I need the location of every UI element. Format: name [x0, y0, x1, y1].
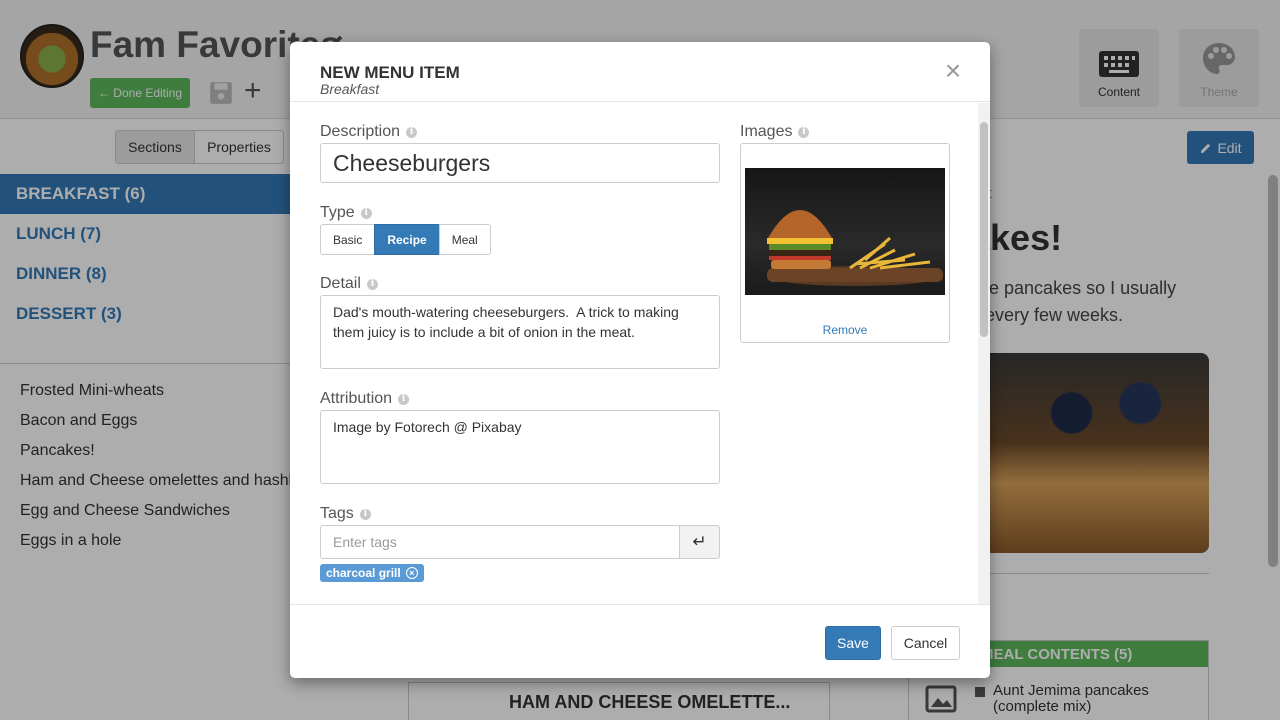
tag-chip: charcoal grill × — [320, 564, 424, 582]
cancel-button[interactable]: Cancel — [891, 626, 960, 660]
images-label-text: Images — [740, 123, 793, 140]
cheeseburger-image — [745, 168, 945, 295]
type-selector: Basic Recipe Meal — [320, 224, 491, 255]
dialog-footer: Save Cancel — [290, 604, 990, 678]
dialog-title: NEW MENU ITEM — [320, 63, 460, 82]
info-icon[interactable]: i — [360, 207, 372, 219]
attribution-label-text: Attribution — [320, 390, 393, 407]
info-icon[interactable]: i — [366, 278, 378, 290]
remove-image-link[interactable]: Remove — [741, 323, 949, 337]
description-input[interactable] — [320, 143, 720, 183]
type-label: Type i — [320, 204, 372, 222]
detail-label: Detail i — [320, 275, 378, 293]
detail-label-text: Detail — [320, 275, 361, 292]
tags-label-text: Tags — [320, 505, 354, 522]
image-panel: Remove — [740, 143, 950, 343]
type-recipe-button[interactable]: Recipe — [374, 224, 440, 255]
info-icon[interactable]: i — [406, 126, 418, 138]
cheeseburger-illustration — [767, 210, 943, 286]
dialog-header: NEW MENU ITEM Breakfast × — [290, 42, 990, 102]
save-button[interactable]: Save — [825, 626, 881, 660]
images-label: Images i — [740, 123, 810, 141]
type-label-text: Type — [320, 204, 355, 221]
detail-textarea[interactable]: Dad's mouth-watering cheeseburgers. A tr… — [320, 295, 720, 369]
tags-label: Tags i — [320, 505, 371, 523]
tags-input[interactable] — [320, 525, 680, 559]
close-icon[interactable]: × — [941, 57, 965, 85]
dialog-body: Description i Type i Basic Recipe Meal D… — [290, 103, 990, 604]
info-icon[interactable]: i — [798, 126, 810, 138]
description-label: Description i — [320, 123, 418, 141]
remove-tag-icon[interactable]: × — [405, 567, 418, 579]
new-menu-item-dialog: NEW MENU ITEM Breakfast × Description i … — [290, 42, 990, 678]
type-meal-button[interactable]: Meal — [438, 224, 491, 255]
enter-tag-button[interactable]: ↵ — [679, 525, 720, 559]
attribution-label: Attribution i — [320, 390, 410, 408]
info-icon[interactable]: i — [359, 508, 371, 520]
tag-chip-label: charcoal grill — [326, 566, 401, 580]
attribution-textarea[interactable]: Image by Fotorech @ Pixabay — [320, 410, 720, 484]
description-label-text: Description — [320, 123, 401, 140]
type-basic-button[interactable]: Basic — [320, 224, 376, 255]
dialog-subtitle: Breakfast — [320, 81, 380, 97]
info-icon[interactable]: i — [398, 393, 410, 405]
dialog-scrollbar-thumb[interactable] — [980, 122, 988, 337]
